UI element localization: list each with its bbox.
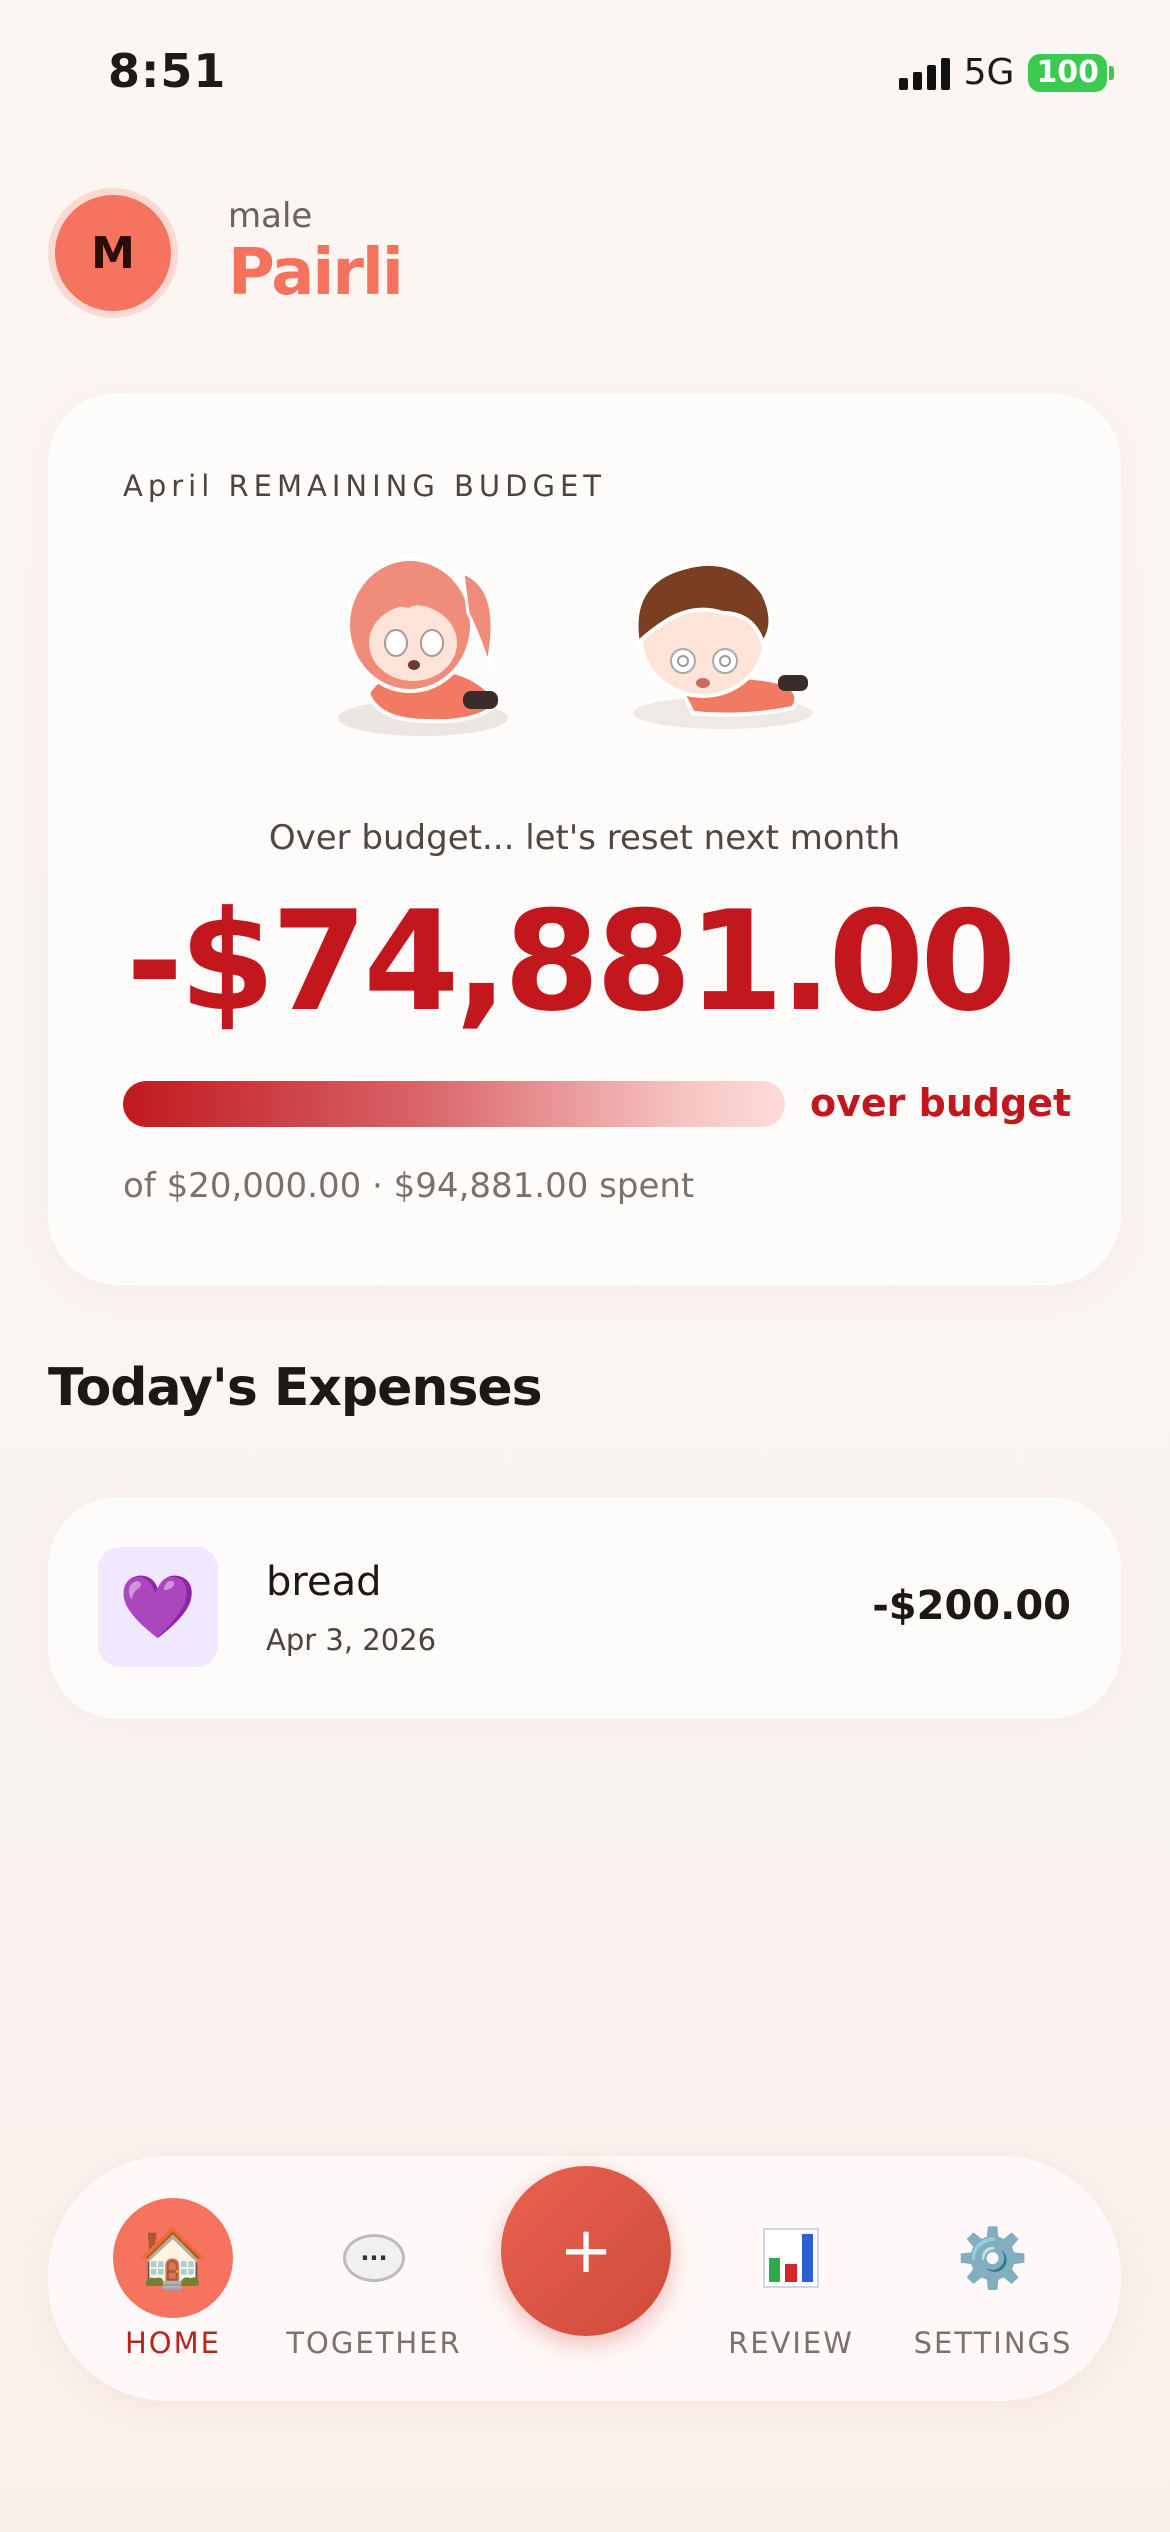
status-indicators: 5G 100 — [898, 52, 1114, 93]
budget-detail: of $20,000.00 · $94,881.00 spent — [123, 1166, 695, 1206]
avatar-initial: M — [55, 195, 171, 311]
user-gender-label: male — [228, 196, 313, 236]
nav-item-together[interactable]: ··· TOGETHER — [274, 2198, 474, 2360]
budget-progress-bar — [123, 1081, 785, 1127]
profile-header: M male Pairli — [48, 188, 404, 318]
nav-label-together: TOGETHER — [286, 2326, 462, 2360]
bottom-nav: 🏠 HOME ··· TOGETHER + REVIEW ⚙️ SETTINGS — [48, 2156, 1121, 2401]
signal-icon — [898, 56, 950, 90]
nav-label-settings: SETTINGS — [913, 2326, 1073, 2360]
list-item[interactable]: 💜 bread Apr 3, 2026 -$200.00 — [48, 1497, 1121, 1719]
remaining-amount: -$74,881.00 — [126, 881, 1016, 1042]
header-text: male Pairli — [228, 196, 404, 310]
budget-message: Over budget... let's reset next month — [268, 818, 901, 858]
nav-label-review: REVIEW — [728, 2326, 854, 2360]
avatar[interactable]: M — [48, 188, 178, 318]
budget-label: April REMAINING BUDGET — [123, 469, 606, 503]
expense-name: bread — [266, 1559, 382, 1605]
nav-item-settings[interactable]: ⚙️ SETTINGS — [893, 2198, 1093, 2361]
add-expense-button[interactable]: + — [501, 2166, 671, 2336]
nav-item-home[interactable]: 🏠 HOME — [73, 2198, 273, 2360]
battery-level: 100 — [1028, 53, 1107, 92]
budget-card[interactable]: April REMAINING BUDGET Over budget... le… — [48, 393, 1121, 1285]
expense-amount: -$200.00 — [872, 1583, 1071, 1629]
app-root: 8:51 5G 100 M male Pairli April REMAININ… — [0, 0, 1170, 2532]
house-icon: 🏠 — [113, 2198, 233, 2318]
purple-heart-icon: 💜 — [98, 1547, 218, 1667]
app-title: Pairli — [228, 236, 404, 310]
section-title-todays-expenses: Today's Expenses — [48, 1358, 543, 1418]
gear-icon: ⚙️ — [956, 2223, 1030, 2292]
battery-icon: 100 — [1028, 53, 1114, 92]
nav-label-home: HOME — [125, 2326, 221, 2360]
expense-date: Apr 3, 2026 — [266, 1623, 437, 1657]
boy-mascot-icon — [633, 561, 813, 729]
budget-progress-fill — [123, 1081, 785, 1127]
bar-chart-icon — [763, 2228, 819, 2288]
status-time: 8:51 — [108, 44, 227, 98]
girl-mascot-icon — [338, 557, 508, 736]
speech-bubble-icon: ··· — [343, 2234, 405, 2282]
nav-item-review[interactable]: REVIEW — [691, 2198, 891, 2360]
status-bar: 8:51 5G 100 — [0, 0, 1170, 150]
network-type: 5G — [963, 52, 1015, 93]
over-budget-label: over budget — [810, 1081, 1072, 1125]
